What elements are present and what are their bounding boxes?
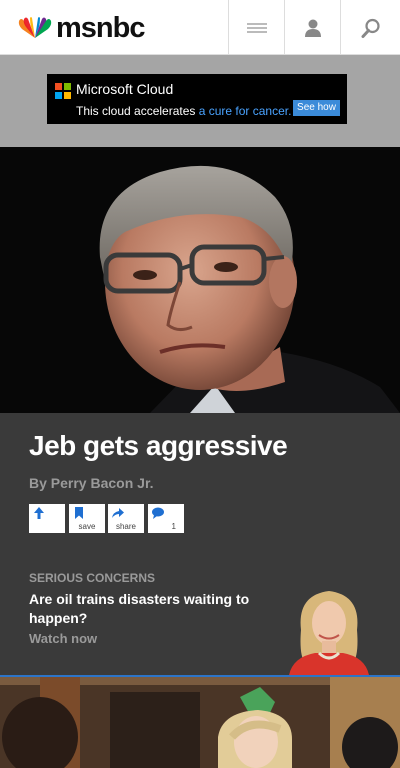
account-button[interactable] [284,0,340,55]
save-label: save [78,522,96,531]
promo-kicker: SERIOUS CONCERNS [29,571,156,585]
hero-photo[interactable] [0,147,400,413]
menu-button[interactable] [228,0,284,55]
presenter-thumbnail[interactable] [279,585,379,675]
save-button[interactable]: save [69,504,105,533]
microsoft-cloud-ad[interactable]: Microsoft Cloud This cloud accelerates a… [47,74,347,124]
ad-brand: Microsoft Cloud [76,81,174,97]
ad-see-how-button[interactable]: See how [293,100,340,116]
presenter-image [279,585,379,675]
lead-story: Jeb gets aggressive By Perry Bacon Jr. s… [0,413,400,675]
next-story-photo[interactable] [0,677,400,768]
upvote-button[interactable] [29,504,65,533]
comment-icon [152,507,164,519]
site-header: msnbc [0,0,400,55]
peacock-icon [18,17,52,38]
logo-text: msnbc [56,11,145,44]
next-story-image [0,677,400,768]
share-arrow-icon [112,508,124,518]
promo-title[interactable]: Are oil trains disasters waiting to happ… [29,590,269,628]
watch-now-link[interactable]: Watch now [29,631,97,646]
search-icon [361,18,380,38]
bookmark-icon [75,507,83,519]
user-icon [304,19,321,37]
upvote-arrow-icon [34,507,44,519]
story-byline[interactable]: By Perry Bacon Jr. [29,475,154,491]
hamburger-icon [246,22,267,33]
story-headline[interactable]: Jeb gets aggressive [29,430,288,462]
ad-slot: Microsoft Cloud This cloud accelerates a… [0,55,400,147]
msnbc-logo[interactable]: msnbc [18,11,145,44]
ad-tagline: This cloud accelerates a cure for cancer… [76,104,292,118]
comments-button[interactable]: 1 [148,504,184,533]
comment-count: 1 [171,522,176,531]
microsoft-logo-icon [55,83,71,99]
search-button[interactable] [340,0,400,55]
share-label: share [115,522,136,531]
share-button[interactable]: share [108,504,144,533]
portrait-image [0,147,400,413]
